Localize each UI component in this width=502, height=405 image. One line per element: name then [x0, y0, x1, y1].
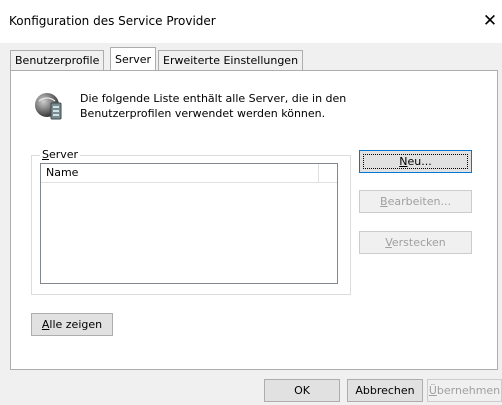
window-title: Konfiguration des Service Provider — [9, 14, 216, 28]
column-header-name[interactable]: Name — [41, 164, 319, 182]
button-accelerator: V — [385, 236, 392, 249]
verstecken-button[interactable]: Verstecken — [359, 231, 472, 254]
tab-benutzerprofile[interactable]: Benutzerprofile — [10, 50, 105, 70]
tab-label: Server — [115, 53, 152, 66]
button-label: erstecken — [391, 236, 446, 249]
tab-erweiterte-einstellungen[interactable]: Erweiterte Einstellungen — [158, 50, 304, 70]
server-group-legend: Server — [40, 148, 81, 161]
button-accelerator: B — [380, 195, 388, 208]
button-accelerator: Ü — [428, 384, 437, 397]
uebernehmen-button[interactable]: Übernehmen — [427, 379, 502, 402]
button-label: eu... — [407, 155, 432, 168]
bearbeiten-button[interactable]: Bearbeiten... — [359, 190, 472, 213]
button-accelerator: N — [399, 155, 408, 168]
legend-accelerator: S — [42, 148, 49, 161]
button-label: lle zeigen — [49, 318, 103, 331]
info-text: Die folgende Liste enthält alle Server, … — [80, 92, 347, 120]
title-bar: Konfiguration des Service Provider ✕ — [0, 0, 502, 43]
abbrechen-button[interactable]: Abbrechen — [347, 379, 423, 402]
server-icon — [35, 93, 62, 120]
tab-server[interactable]: Server — [110, 47, 157, 70]
list-column-header-row: Name — [41, 164, 337, 183]
button-label: bernehmen — [436, 384, 501, 397]
close-icon[interactable]: ✕ — [478, 8, 502, 34]
server-list[interactable]: Name — [40, 163, 338, 284]
tab-label: Erweiterte Einstellungen — [163, 54, 299, 67]
neu-button[interactable]: Neu... — [359, 150, 472, 173]
tab-label: Benutzerprofile — [15, 54, 100, 67]
alle-zeigen-button[interactable]: Alle zeigen — [31, 313, 113, 336]
ok-button[interactable]: OK — [264, 379, 340, 402]
legend-text: erver — [48, 148, 79, 161]
button-label: earbeiten... — [387, 195, 451, 208]
